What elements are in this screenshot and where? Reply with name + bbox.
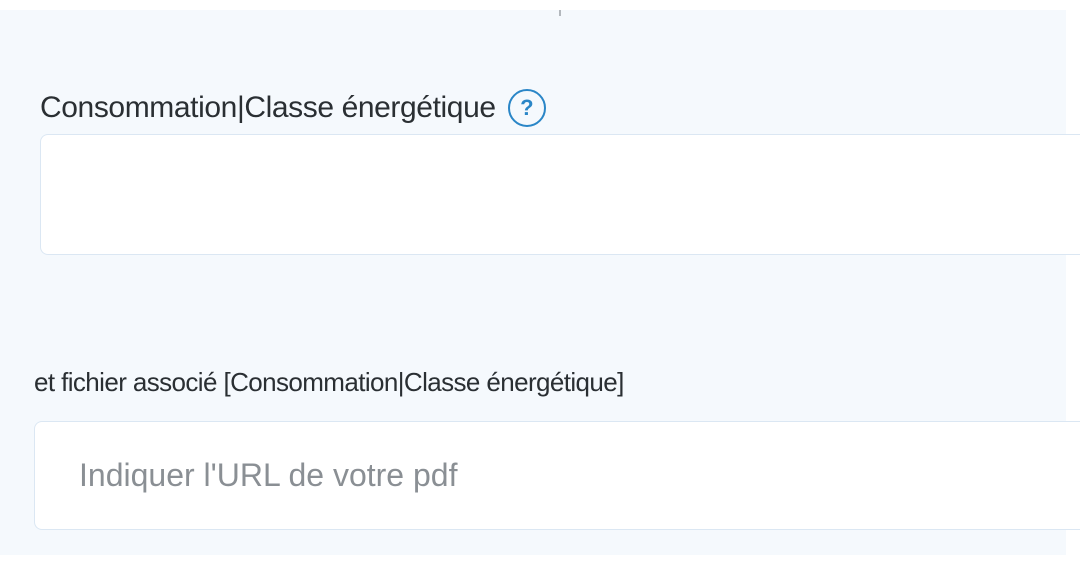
question-circle-icon[interactable]: ?	[507, 89, 546, 127]
help-icon-glyph: ?	[520, 95, 534, 120]
consumption-field-label: Consommation|Classe énergétique	[40, 91, 496, 124]
pdf-url-field-label: et fichier associé [Consommation|Classe …	[34, 367, 624, 397]
divider-tick	[559, 10, 561, 16]
consumption-class-input[interactable]	[40, 134, 1080, 255]
pdf-url-input[interactable]	[34, 421, 1080, 530]
consumption-field-label-row: Consommation|Classe énergétique ?	[40, 88, 546, 128]
